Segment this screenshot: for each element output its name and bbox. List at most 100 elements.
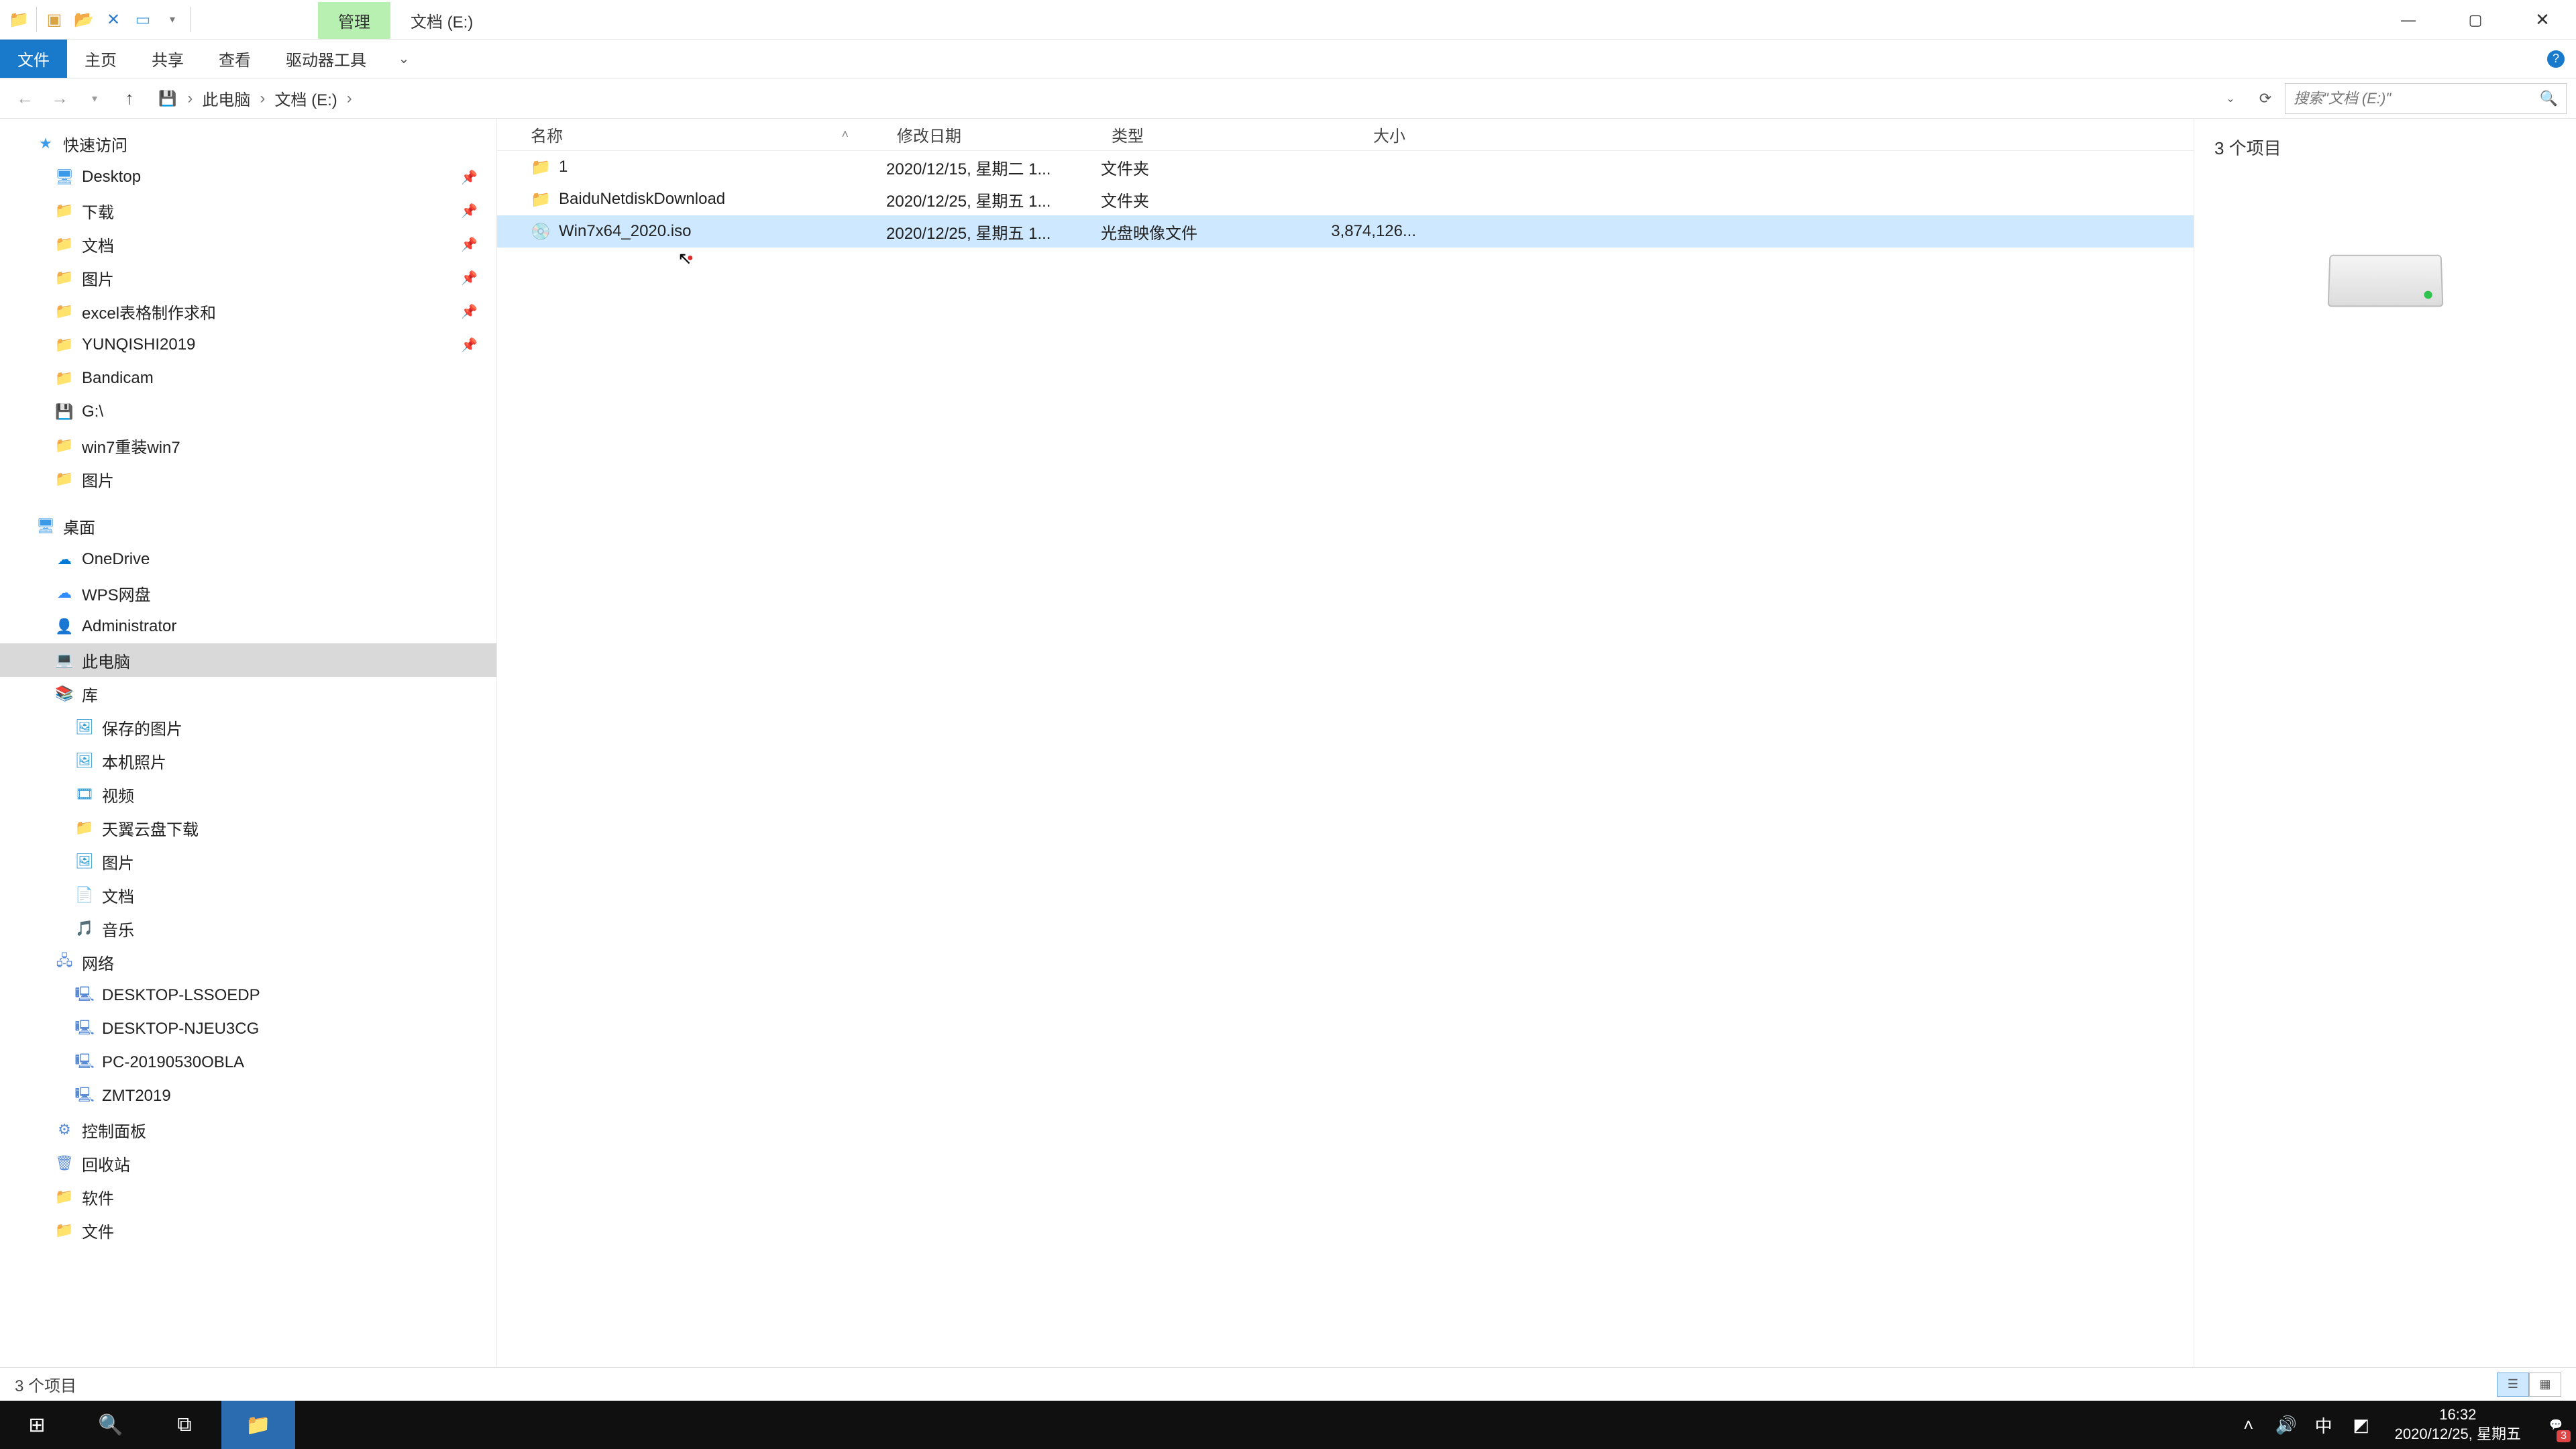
qat-dropdown-icon[interactable]: ▾ [158,3,187,36]
chevron-right-icon[interactable]: › [180,89,199,108]
tree-item[interactable]: 🖳ZMT2019 [0,1079,496,1113]
search-icon[interactable]: 🔍 [2540,90,2558,107]
tree-quick-access[interactable]: ★ 快速访问 [0,127,496,160]
tree-item[interactable]: ☁OneDrive [0,543,496,576]
tree-label: 文件 [82,1219,114,1242]
file-row[interactable]: 💿Win7x64_2020.iso 2020/12/25, 星期五 1... 光… [497,215,2194,248]
tree-item[interactable]: 🖳PC-20190530OBLA [0,1046,496,1079]
tree-label: 软件 [82,1185,114,1209]
chevron-right-icon[interactable]: › [253,89,272,108]
search-input[interactable] [2294,90,2540,107]
close-button[interactable]: ✕ [2509,0,2576,40]
ribbon-tab-share[interactable]: 共享 [134,40,201,78]
ribbon-tab-home[interactable]: 主页 [67,40,134,78]
tree-item[interactable]: 🖼保存的图片 [0,710,496,744]
tree-item[interactable]: 🖼图片 [0,845,496,878]
tree-item[interactable]: 💻此电脑 [0,643,496,677]
ribbon-expand-icon[interactable]: ⌄ [384,40,424,78]
tab-manage[interactable]: 管理 [318,2,390,39]
action-center-button[interactable]: 💬 3 [2536,1401,2576,1449]
column-name[interactable]: 名称 ˄ [497,123,886,146]
breadcrumb-pc[interactable]: 此电脑 [199,87,253,110]
ribbon: 文件 主页 共享 查看 驱动器工具 ⌄ ? [0,40,2576,78]
tree-item[interactable]: 📚库 [0,677,496,710]
folder-icon: 📁 [54,370,75,387]
tree-item[interactable]: 🖳DESKTOP-LSSOEDP [0,979,496,1012]
breadcrumb[interactable]: 💾 › 此电脑 › 文档 (E:) › [149,83,2211,114]
ime-indicator[interactable]: 中 [2305,1401,2343,1449]
tree-desktop[interactable]: 🖥 桌面 [0,509,496,543]
maximize-button[interactable]: ▢ [2442,0,2509,40]
tree-item[interactable]: 📁YUNQISHI2019📌 [0,328,496,362]
tree-item[interactable]: 📁下载📌 [0,194,496,227]
back-button[interactable]: ← [9,83,40,114]
up-button[interactable]: ↑ [114,83,145,114]
tree-item[interactable]: 🎞视频 [0,777,496,811]
breadcrumb-drive[interactable]: 文档 (E:) [272,87,339,110]
tree-item[interactable]: 📁 文件 [0,1214,496,1247]
column-date[interactable]: 修改日期 [886,123,1101,146]
tree-item[interactable]: 📁文档📌 [0,227,496,261]
tree-item[interactable]: 🖥Desktop📌 [0,160,496,194]
tree-item[interactable]: 📁图片📌 [0,261,496,294]
navigation-tree[interactable]: ★ 快速访问 🖥Desktop📌📁下载📌📁文档📌📁图片📌📁excel表格制作求和… [0,119,496,1367]
tray-app-icon[interactable]: ◩ [2343,1401,2380,1449]
tree-item[interactable]: 🖼本机照片 [0,744,496,777]
help-icon[interactable]: ? [2536,40,2576,78]
recycle-bin-icon: 🗑 [54,1155,75,1172]
onedrive-icon: ☁ [54,551,75,568]
tree-item[interactable]: 📁图片 [0,462,496,496]
main-content: ★ 快速访问 🖥Desktop📌📁下载📌📁文档📌📁图片📌📁excel表格制作求和… [0,119,2576,1367]
tree-network[interactable]: 🖧 网络 [0,945,496,979]
ribbon-tab-view[interactable]: 查看 [201,40,268,78]
tray-overflow-icon[interactable]: ˄ [2230,1401,2267,1449]
tree-item[interactable]: ☁WPS网盘 [0,576,496,610]
address-dropdown-icon[interactable]: ⌄ [2215,83,2246,114]
file-type: 光盘映像文件 [1101,220,1282,244]
tree-item[interactable]: 📁excel表格制作求和📌 [0,294,496,328]
start-button[interactable]: ⊞ [0,1401,74,1449]
search-box[interactable]: 🔍 [2285,83,2567,114]
qat-app-icon[interactable]: 📁 [4,3,34,36]
ribbon-tab-drive-tools[interactable]: 驱动器工具 [268,40,384,78]
tree-label: PC-20190530OBLA [102,1053,244,1072]
pic-icon: 🖼 [74,853,95,870]
tree-item[interactable]: 👤Administrator [0,610,496,643]
quick-access-toolbar: 📁 ▣ 📂 ✕ ▭ ▾ [0,0,197,39]
tree-item[interactable]: 📁win7重装win7 [0,429,496,462]
tree-label: G:\ [82,402,103,421]
tree-item[interactable]: 🎵音乐 [0,912,496,945]
tree-item[interactable]: 📁 软件 [0,1180,496,1214]
qat-delete-icon[interactable]: ✕ [99,3,128,36]
ribbon-tab-file[interactable]: 文件 [0,40,67,78]
recent-dropdown-icon[interactable]: ▾ [79,83,110,114]
refresh-button[interactable]: ⟳ [2250,83,2281,114]
taskbar-clock[interactable]: 16:32 2020/12/25, 星期五 [2380,1405,2536,1444]
pin-icon: 📌 [461,169,478,186]
tree-item[interactable]: 🖳DESKTOP-NJEU3CG [0,1012,496,1046]
taskbar-explorer[interactable]: 📁 [221,1401,295,1449]
qat-new-folder-icon[interactable]: 📂 [69,3,99,36]
task-view-button[interactable]: ⧉ [148,1401,221,1449]
search-button[interactable]: 🔍 [74,1401,148,1449]
qat-rename-icon[interactable]: ▭ [128,3,158,36]
file-row[interactable]: 📁BaiduNetdiskDownload 2020/12/25, 星期五 1.… [497,183,2194,215]
view-details-button[interactable]: ☰ [2497,1373,2529,1397]
tree-control-panel[interactable]: ⚙ 控制面板 [0,1113,496,1146]
forward-button[interactable]: → [44,83,75,114]
tree-item[interactable]: 📁Bandicam [0,362,496,395]
volume-icon[interactable]: 🔊 [2267,1401,2305,1449]
chevron-right-icon[interactable]: › [340,89,359,108]
tree-item[interactable]: 📄文档 [0,878,496,912]
minimize-button[interactable]: — [2375,0,2442,40]
tree-recycle-bin[interactable]: 🗑 回收站 [0,1146,496,1180]
file-list[interactable]: 名称 ˄ 修改日期 类型 大小 📁1 2020/12/15, 星期二 1... … [496,119,2194,1367]
view-thumbnails-button[interactable]: ▦ [2529,1373,2561,1397]
qat-properties-icon[interactable]: ▣ [40,3,69,36]
tree-label: 本机照片 [102,749,166,773]
tree-item[interactable]: 📁天翼云盘下载 [0,811,496,845]
column-size[interactable]: 大小 [1282,123,1416,146]
tree-item[interactable]: 💾G:\ [0,395,496,429]
column-type[interactable]: 类型 [1101,123,1282,146]
file-row[interactable]: 📁1 2020/12/15, 星期二 1... 文件夹 [497,151,2194,183]
